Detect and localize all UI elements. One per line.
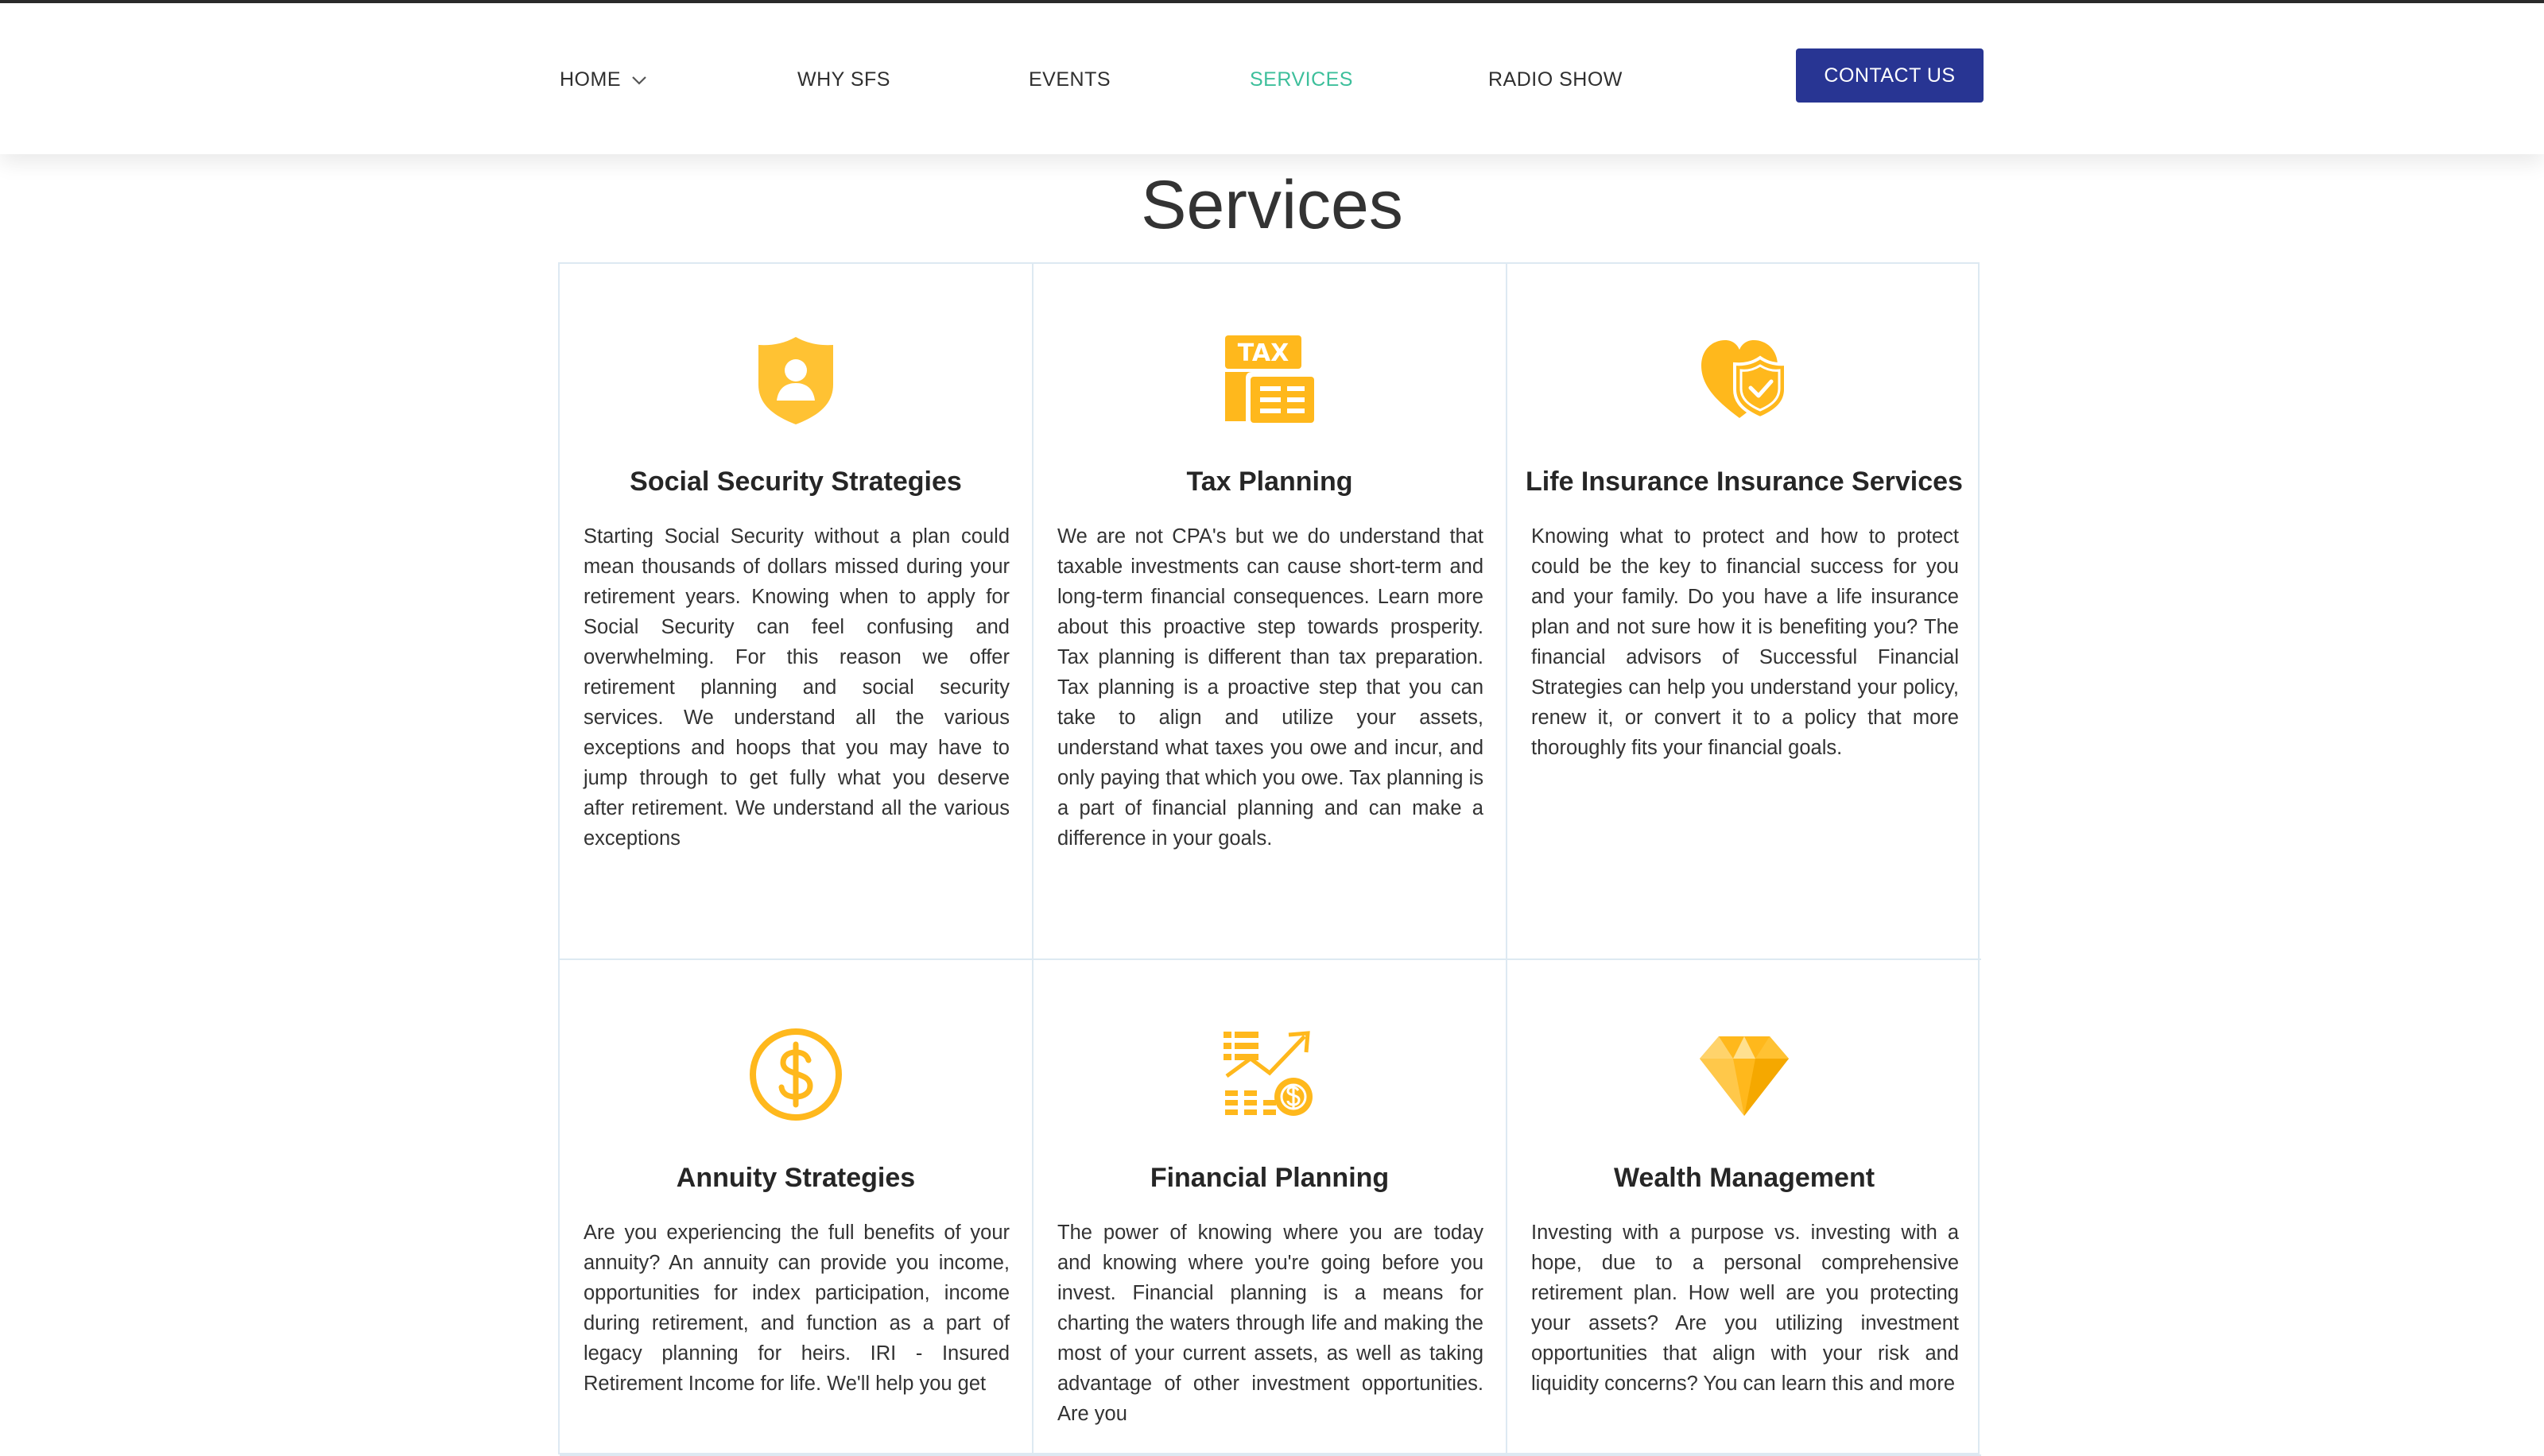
nav-services[interactable]: SERVICES [1250,65,1353,94]
service-description: Are you experiencing the full benefits o… [584,1222,1010,1395]
service-card-social-security: Social Security Strategies Starting Soci… [560,264,1034,960]
service-description: The power of knowing where you are today… [1057,1222,1483,1425]
service-description: Investing with a purpose vs. investing w… [1531,1222,1959,1395]
page-title: Services [1141,167,1403,243]
service-description: Knowing what to protect and how to prote… [1531,525,1959,759]
diamond-icon [1700,1036,1789,1116]
service-card-tax-planning: TAX Tax Planning We are not CPA's but we… [1034,264,1507,960]
service-description: Starting Social Security without a plan … [584,525,1010,850]
services-grid: Social Security Strategies Starting Soci… [558,262,1981,1456]
svg-text:TAX: TAX [1238,339,1289,367]
chevron-down-icon[interactable] [630,75,648,86]
service-card-life-insurance: Life Insurance Insurance Services Knowin… [1507,264,1981,960]
tax-document-icon: TAX [1225,335,1314,423]
service-description: We are not CPA's but we do understand th… [1057,525,1483,850]
shield-person-icon [758,337,833,424]
service-card-financial-planning: Financial Planning The power of knowing … [1034,960,1507,1456]
nav-home[interactable]: HOME [560,65,648,94]
service-title: Life Insurance Insurance Services [1526,467,1963,497]
nav-radio-show[interactable]: RADIO SHOW [1488,65,1623,94]
service-title: Tax Planning [1186,467,1353,497]
nav-events[interactable]: EVENTS [1029,65,1111,94]
nav-home-label: HOME [560,68,621,91]
service-title: Wealth Management [1613,1163,1875,1193]
nav-why-sfs[interactable]: WHY SFS [797,65,890,94]
growth-chart-icon [1224,1031,1313,1116]
service-card-annuity: Annuity Strategies Are you experiencing … [560,960,1034,1456]
dollar-coin-icon [750,1028,842,1121]
service-title: Annuity Strategies [676,1163,916,1193]
heart-shield-icon [1701,340,1787,420]
service-card-wealth-management: Wealth Management Investing with a purpo… [1507,960,1981,1456]
service-title: Social Security Strategies [630,467,962,497]
service-title: Financial Planning [1150,1163,1390,1193]
contact-us-button[interactable]: CONTACT US [1796,48,1984,103]
site-header: HOME WHY SFS EVENTS SERVICES RADIO SHOW … [0,3,2544,154]
